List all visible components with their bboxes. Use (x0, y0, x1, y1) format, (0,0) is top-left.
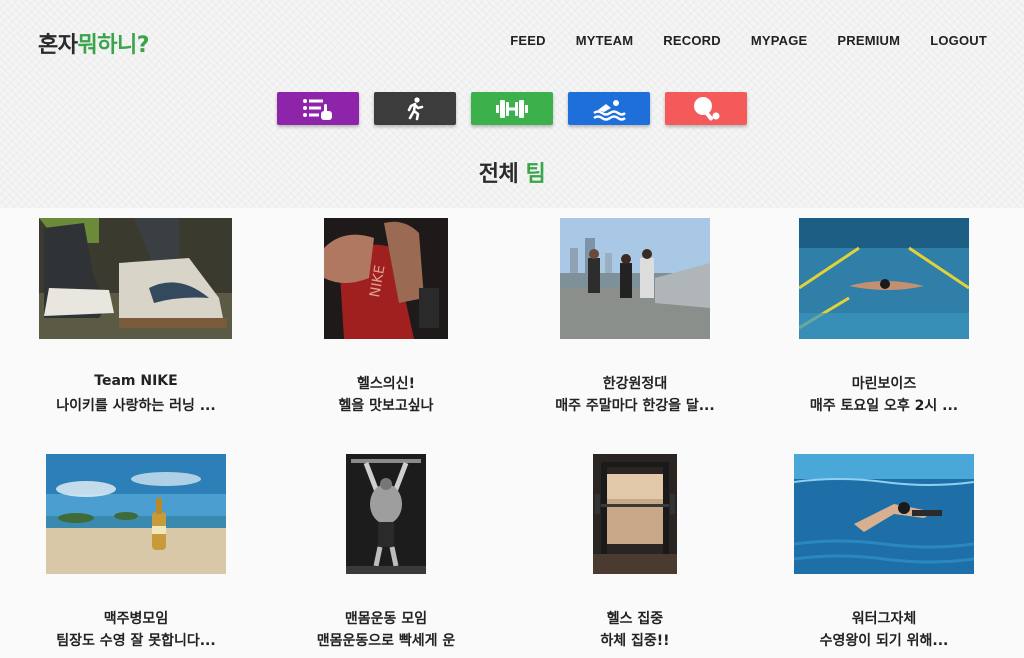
dumbbell-icon (496, 99, 528, 118)
runner-icon (407, 96, 424, 120)
category-table-tennis-button[interactable] (665, 92, 747, 125)
team-card[interactable]: 마린보이즈 매주 토요일 오후 2시 ... (756, 218, 1012, 418)
list-hand-icon (303, 98, 332, 120)
team-description: 매주 토요일 오후 2시 ... (809, 398, 959, 414)
team-thumbnail (560, 218, 710, 339)
team-description: 매주 주말마다 한강을 달... (555, 398, 715, 414)
team-card[interactable]: Team NIKE 나이키를 사랑하는 러닝 ... (8, 218, 264, 418)
category-filter (277, 92, 747, 125)
page-title: 전체 팀 (478, 162, 546, 187)
nav-mypage[interactable]: MYPAGE (751, 33, 808, 48)
team-description: 나이키를 사랑하는 러닝 ... (56, 398, 216, 414)
category-running-button[interactable] (374, 92, 456, 125)
team-thumbnail (39, 218, 232, 339)
team-description: 팀장도 수영 잘 못합니다... (56, 633, 216, 649)
main-nav: FEED MYTEAM RECORD MYPAGE PREMIUM LOGOUT (510, 33, 987, 48)
team-title: 헬스의신! (357, 376, 415, 392)
ping-pong-icon (694, 96, 720, 121)
team-card[interactable]: 워터그자체 수영왕이 되기 위해... (756, 454, 1012, 658)
category-fitness-button[interactable] (471, 92, 553, 125)
logo[interactable]: 혼자뭐하니? (38, 27, 149, 59)
team-thumbnail (346, 454, 426, 574)
nav-feed[interactable]: FEED (510, 33, 545, 48)
swimmer-icon (593, 99, 626, 121)
category-all-button[interactable] (277, 92, 359, 125)
team-card[interactable]: NIKE 헬스의신! 헬을 맛보고싶나 (258, 218, 514, 418)
nav-logout[interactable]: LOGOUT (930, 33, 987, 48)
team-title: 맥주병모임 (103, 611, 169, 627)
team-title: 워터그자체 (851, 611, 917, 627)
team-card[interactable]: 헬스 집중 하체 집중!! (507, 454, 763, 658)
team-card[interactable]: 맨몸운동 모임 맨몸운동으로 빡세게 운 (258, 454, 514, 658)
team-description: 수영왕이 되기 위해... (819, 633, 949, 649)
team-title: 마린보이즈 (851, 376, 917, 392)
team-thumbnail (794, 454, 974, 574)
team-description: 맨몸운동으로 빡세게 운 (316, 633, 456, 649)
team-card[interactable]: 맥주병모임 팀장도 수영 잘 못합니다... (8, 454, 264, 658)
team-title: 헬스 집중 (606, 611, 664, 627)
team-title: 한강원정대 (602, 376, 668, 392)
team-description: 헬을 맛보고싶나 (338, 398, 434, 414)
team-card[interactable]: 한강원정대 매주 주말마다 한강을 달... (507, 218, 763, 418)
nav-myteam[interactable]: MYTEAM (576, 33, 634, 48)
nav-record[interactable]: RECORD (663, 33, 721, 48)
category-swimming-button[interactable] (568, 92, 650, 125)
team-thumbnail (46, 454, 226, 574)
team-thumbnail (593, 454, 677, 574)
team-description: 하체 집중!! (600, 633, 670, 649)
team-title: Team NIKE (94, 373, 178, 389)
team-thumbnail (799, 218, 969, 339)
team-title: 맨몸운동 모임 (344, 611, 428, 627)
team-thumbnail: NIKE (324, 218, 448, 339)
nav-premium[interactable]: PREMIUM (837, 33, 900, 48)
